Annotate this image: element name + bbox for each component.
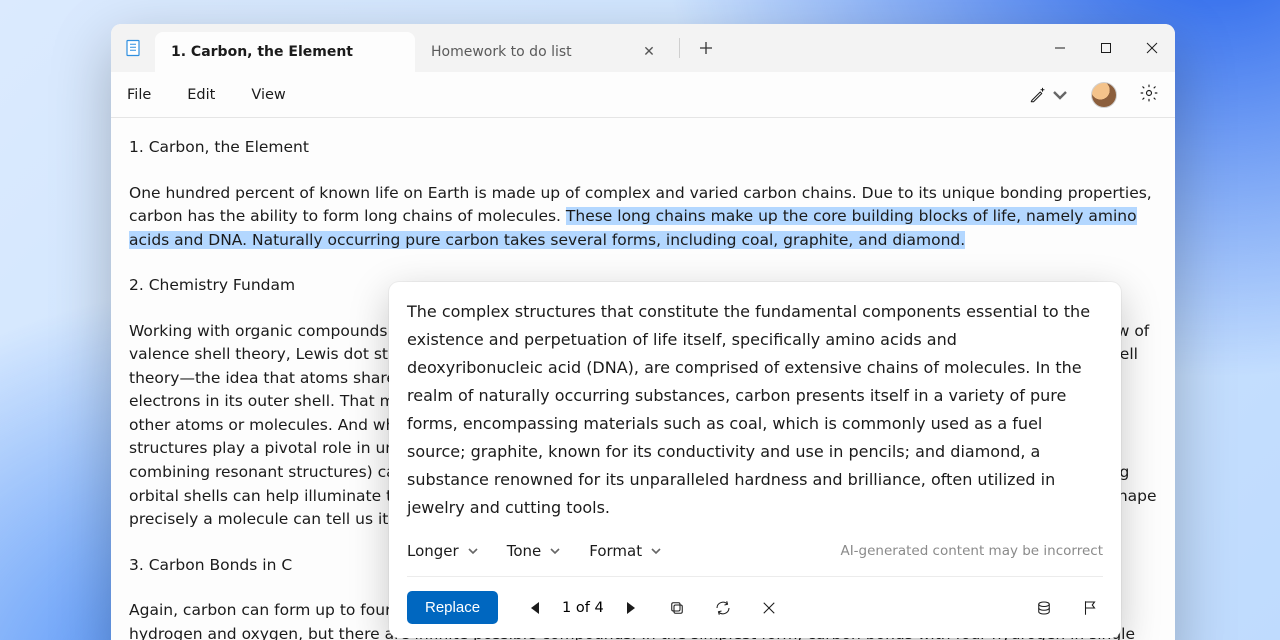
app-icon <box>111 24 155 72</box>
length-option-label: Longer <box>407 542 459 560</box>
right-tools <box>1029 82 1159 108</box>
tone-option[interactable]: Tone <box>507 542 562 560</box>
titlebar: 1. Carbon, the Element Homework to do li… <box>111 24 1175 72</box>
minimize-button[interactable] <box>1037 24 1083 72</box>
chevron-down-icon <box>549 545 561 557</box>
pager-label: 1 of 4 <box>562 600 604 616</box>
ai-rewrite-popup: The complex structures that constitute t… <box>389 282 1121 638</box>
tab-divider <box>679 38 680 58</box>
menubar: File Edit View <box>111 72 1175 118</box>
next-suggestion-button[interactable] <box>618 595 644 621</box>
user-avatar[interactable] <box>1091 82 1117 108</box>
prev-suggestion-button[interactable] <box>522 595 548 621</box>
replace-button[interactable]: Replace <box>407 591 498 624</box>
tone-option-label: Tone <box>507 542 542 560</box>
menu-file[interactable]: File <box>127 87 151 103</box>
tab-active-label: 1. Carbon, the Element <box>171 44 353 60</box>
settings-button[interactable] <box>1139 83 1159 107</box>
tab-inactive-label: Homework to do list <box>431 44 572 60</box>
ai-disclaimer: AI-generated content may be incorrect <box>840 543 1103 559</box>
window-controls <box>1037 24 1175 72</box>
tab-strip: 1. Carbon, the Element Homework to do li… <box>155 24 722 72</box>
suggestion-pager: 1 of 4 <box>522 595 644 621</box>
dismiss-button[interactable] <box>756 595 782 621</box>
feedback-flag-icon[interactable] <box>1077 595 1103 621</box>
format-option-label: Format <box>589 542 642 560</box>
credits-icon[interactable] <box>1031 595 1057 621</box>
paragraph-1: One hundred percent of known life on Ear… <box>129 182 1157 253</box>
notepad-window: 1. Carbon, the Element Homework to do li… <box>111 24 1175 640</box>
copy-button[interactable] <box>664 595 690 621</box>
format-option[interactable]: Format <box>589 542 662 560</box>
chevron-down-icon <box>650 545 662 557</box>
length-option[interactable]: Longer <box>407 542 479 560</box>
tab-inactive[interactable]: Homework to do list ✕ <box>415 32 675 72</box>
close-window-button[interactable] <box>1129 24 1175 72</box>
close-tab-icon[interactable]: ✕ <box>639 42 659 62</box>
triangle-left-icon <box>531 602 539 614</box>
menu-view[interactable]: View <box>251 87 285 103</box>
regenerate-button[interactable] <box>710 595 736 621</box>
menu-edit[interactable]: Edit <box>187 87 215 103</box>
maximize-button[interactable] <box>1083 24 1129 72</box>
rewrite-actions-row: Replace 1 of 4 <box>407 591 1103 624</box>
new-tab-button[interactable] <box>690 32 722 64</box>
chevron-down-icon <box>467 545 479 557</box>
rewrite-options-row: Longer Tone Format AI-generated content … <box>407 536 1103 577</box>
tab-active[interactable]: 1. Carbon, the Element <box>155 32 415 72</box>
ai-rewrite-button[interactable] <box>1029 86 1069 104</box>
triangle-right-icon <box>627 602 635 614</box>
heading-1: 1. Carbon, the Element <box>129 136 1157 160</box>
rewrite-suggestion-text: The complex structures that constitute t… <box>407 298 1103 522</box>
